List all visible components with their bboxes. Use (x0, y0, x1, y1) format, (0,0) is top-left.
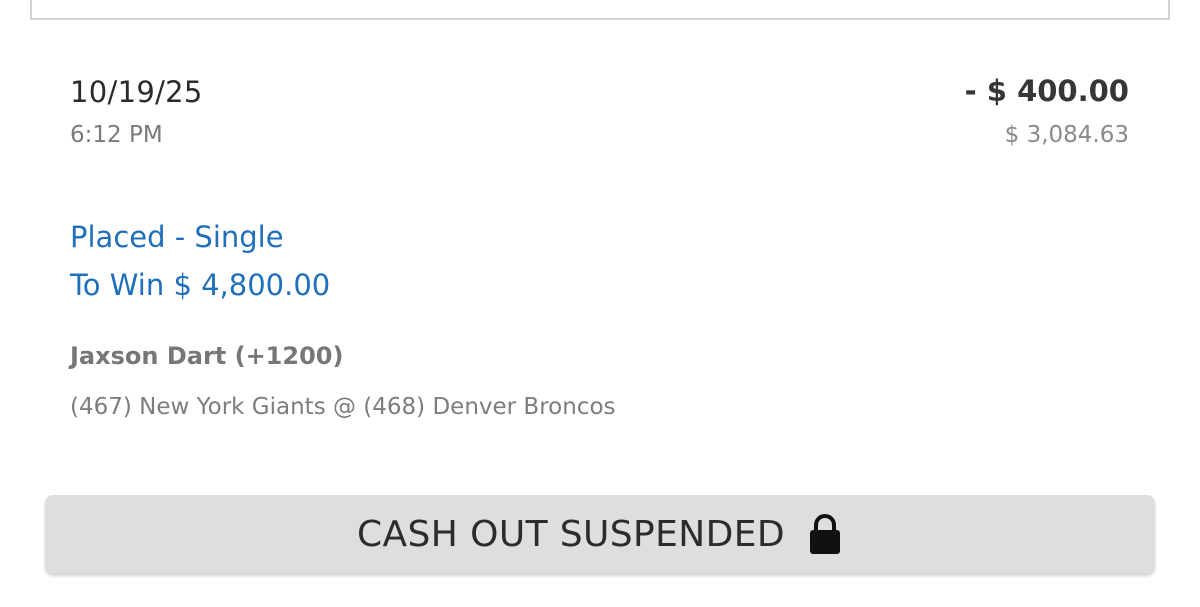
top-divider (30, 0, 1170, 20)
account-balance: $ 3,084.63 (1004, 122, 1129, 148)
cash-out-button[interactable]: CASH OUT SUSPENDED (45, 495, 1155, 573)
bet-status: Placed - Single (70, 220, 284, 254)
bet-history-frame: 10/19/25 6:12 PM - $ 400.00 $ 3,084.63 P… (0, 0, 1200, 607)
to-win-amount: To Win $ 4,800.00 (70, 268, 331, 302)
bet-time: 6:12 PM (70, 122, 163, 148)
bet-card: 10/19/25 6:12 PM - $ 400.00 $ 3,084.63 P… (0, 22, 1200, 607)
game-matchup: (467) New York Giants @ (468) Denver Bro… (70, 394, 616, 420)
bet-date: 10/19/25 (70, 75, 203, 109)
bet-amount: - $ 400.00 (964, 74, 1129, 108)
lock-icon (807, 512, 843, 556)
bet-selection: Jaxson Dart (+1200) (70, 342, 344, 370)
cash-out-label: CASH OUT SUSPENDED (356, 513, 786, 555)
